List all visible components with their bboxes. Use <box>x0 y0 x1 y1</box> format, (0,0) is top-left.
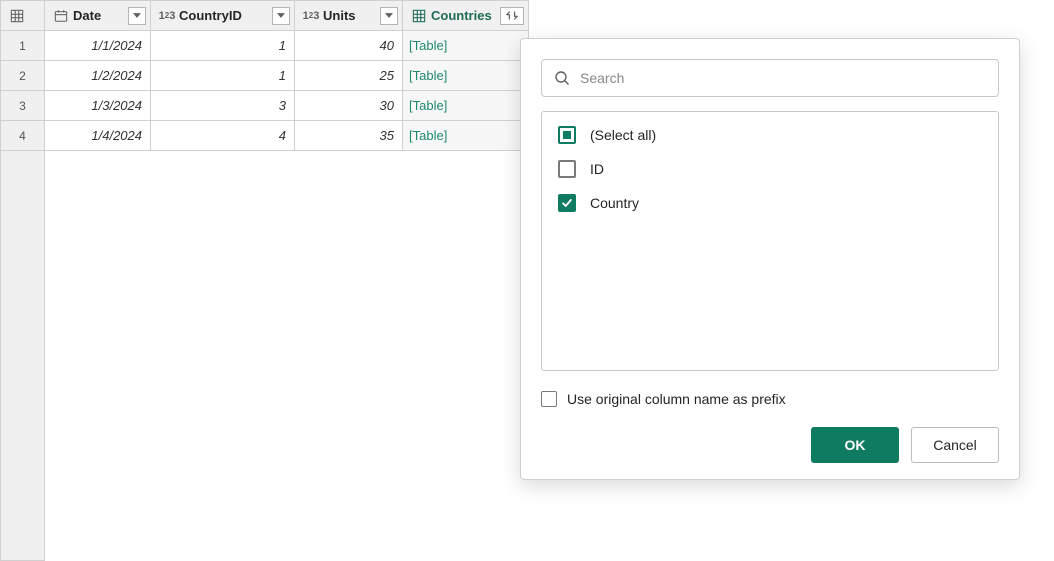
search-input[interactable] <box>578 69 986 87</box>
filter-button-date[interactable] <box>128 7 146 25</box>
table-icon <box>9 8 25 24</box>
prefix-option[interactable]: Use original column name as prefix <box>541 391 999 407</box>
filter-button-units[interactable] <box>380 7 398 25</box>
column-label: Units <box>323 8 376 23</box>
prefix-label: Use original column name as prefix <box>567 391 786 407</box>
option-label: (Select all) <box>590 127 656 143</box>
number-type-icon: 123 <box>159 8 175 24</box>
checkbox-checked[interactable] <box>558 194 576 212</box>
cell-countries-link[interactable]: [Table] <box>403 61 529 91</box>
cell-country-id[interactable]: 1 <box>151 61 295 91</box>
ok-button[interactable]: OK <box>811 427 899 463</box>
checkbox-indeterminate[interactable] <box>558 126 576 144</box>
cell-country-id[interactable]: 1 <box>151 31 295 61</box>
expand-button-countries[interactable] <box>500 7 524 25</box>
filter-button-country-id[interactable] <box>272 7 290 25</box>
search-icon <box>554 70 570 86</box>
column-label: Date <box>73 8 124 23</box>
option-label: Country <box>590 195 639 211</box>
cell-units[interactable]: 35 <box>295 121 403 151</box>
cell-date[interactable]: 1/4/2024 <box>45 121 151 151</box>
column-options-list: (Select all) ID Country <box>541 111 999 371</box>
column-header-country-id[interactable]: 123 CountryID <box>151 1 295 31</box>
row-number[interactable]: 2 <box>1 61 45 91</box>
cell-units[interactable]: 25 <box>295 61 403 91</box>
option-country[interactable]: Country <box>558 194 982 212</box>
option-select-all[interactable]: (Select all) <box>558 126 982 144</box>
row-number[interactable]: 4 <box>1 121 45 151</box>
cell-units[interactable]: 30 <box>295 91 403 121</box>
cell-date[interactable]: 1/2/2024 <box>45 61 151 91</box>
checkbox-unchecked[interactable] <box>558 160 576 178</box>
row-header-corner[interactable] <box>1 1 45 31</box>
expand-column-popup: (Select all) ID Country Use original col… <box>520 38 1020 480</box>
cell-country-id[interactable]: 4 <box>151 121 295 151</box>
column-label: Countries <box>431 8 496 23</box>
cell-countries-link[interactable]: [Table] <box>403 121 529 151</box>
cancel-button[interactable]: Cancel <box>911 427 999 463</box>
number-type-icon: 123 <box>303 8 319 24</box>
cell-countries-link[interactable]: [Table] <box>403 91 529 121</box>
row-number[interactable]: 1 <box>1 31 45 61</box>
row-number[interactable]: 3 <box>1 91 45 121</box>
column-label: CountryID <box>179 8 268 23</box>
cell-date[interactable]: 1/1/2024 <box>45 31 151 61</box>
calendar-icon <box>53 8 69 24</box>
column-header-units[interactable]: 123 Units <box>295 1 403 31</box>
cell-countries-link[interactable]: [Table] <box>403 31 529 61</box>
table-icon <box>411 8 427 24</box>
option-label: ID <box>590 161 604 177</box>
checkbox-unchecked[interactable] <box>541 391 557 407</box>
column-header-date[interactable]: Date <box>45 1 151 31</box>
column-header-countries[interactable]: Countries <box>403 1 529 31</box>
cell-country-id[interactable]: 3 <box>151 91 295 121</box>
option-id[interactable]: ID <box>558 160 982 178</box>
search-field-wrap[interactable] <box>541 59 999 97</box>
cell-date[interactable]: 1/3/2024 <box>45 91 151 121</box>
cell-units[interactable]: 40 <box>295 31 403 61</box>
